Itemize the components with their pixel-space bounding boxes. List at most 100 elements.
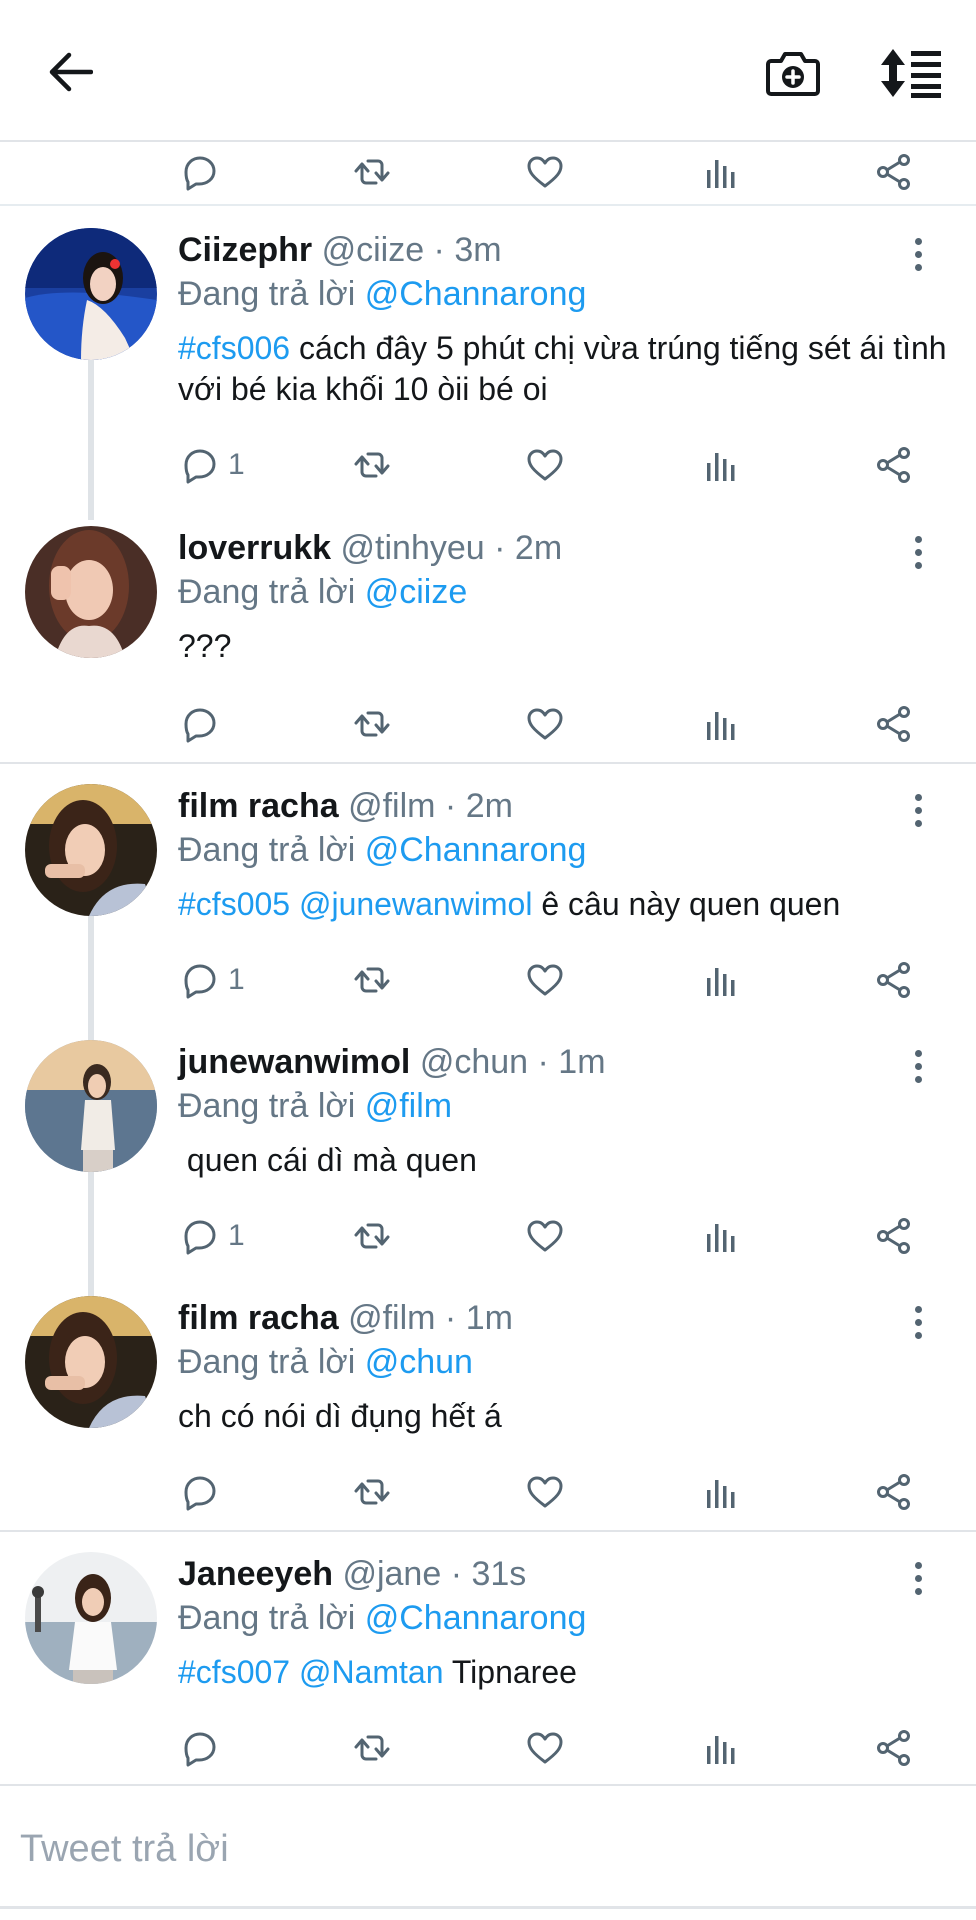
- tweet-actions: 1: [0, 1208, 976, 1264]
- sort-replies-button[interactable]: [876, 38, 946, 108]
- analytics-button[interactable]: [700, 1464, 740, 1520]
- camera-plus-icon: [766, 52, 820, 96]
- mention-link[interactable]: @Channarong: [365, 831, 587, 869]
- tweet-header: junewanwimol @chun · 1m: [178, 1040, 976, 1084]
- avatar[interactable]: [25, 1040, 157, 1172]
- more-options-button[interactable]: [900, 788, 936, 832]
- share-button[interactable]: [874, 1208, 914, 1264]
- more-options-button[interactable]: [900, 1556, 936, 1600]
- heart-icon: [527, 449, 563, 481]
- like-button[interactable]: [525, 144, 565, 200]
- timestamp[interactable]: 1m: [558, 1043, 605, 1081]
- reply-button[interactable]: 1: [178, 952, 245, 1008]
- retweet-button[interactable]: [352, 437, 392, 493]
- analytics-button[interactable]: [700, 1208, 740, 1264]
- tweet-link[interactable]: #cfs005: [178, 886, 290, 922]
- tweet-link[interactable]: @junewanwimol: [299, 886, 532, 922]
- retweet-button[interactable]: [352, 144, 392, 200]
- reply-button[interactable]: [178, 1720, 218, 1776]
- analytics-button[interactable]: [700, 437, 740, 493]
- analytics-button[interactable]: [700, 1720, 740, 1776]
- tweet-text-segment: [290, 886, 299, 922]
- reply-icon: [184, 1476, 216, 1511]
- username[interactable]: @jane: [342, 1555, 441, 1593]
- tweet-text-segment: ???: [178, 628, 232, 664]
- like-button[interactable]: [525, 1208, 565, 1264]
- timestamp[interactable]: 2m: [515, 529, 562, 567]
- display-name[interactable]: Ciizephr: [178, 231, 312, 269]
- like-button[interactable]: [525, 952, 565, 1008]
- like-button[interactable]: [525, 1464, 565, 1520]
- mention-link[interactable]: @Channarong: [365, 1599, 587, 1637]
- reply-button[interactable]: 1: [178, 1208, 245, 1264]
- top-app-bar: [0, 0, 976, 142]
- retweet-button[interactable]: [352, 696, 392, 752]
- timestamp[interactable]: 3m: [454, 231, 501, 269]
- tweet-actions: [0, 696, 976, 752]
- share-button[interactable]: [874, 952, 914, 1008]
- reply-icon: [184, 449, 216, 484]
- username[interactable]: @film: [348, 1299, 435, 1337]
- username[interactable]: @ciize: [322, 231, 425, 269]
- reply-button[interactable]: [178, 696, 218, 752]
- avatar[interactable]: [25, 526, 157, 658]
- more-options-button[interactable]: [900, 232, 936, 276]
- avatar[interactable]: [25, 784, 157, 916]
- username[interactable]: @film: [348, 787, 435, 825]
- share-icon: [877, 154, 910, 190]
- back-button[interactable]: [38, 40, 102, 104]
- mention-link[interactable]: @ciize: [365, 573, 468, 611]
- timestamp[interactable]: 31s: [471, 1555, 526, 1593]
- more-options-button[interactable]: [900, 1044, 936, 1088]
- mention-link[interactable]: @film: [365, 1087, 452, 1125]
- heart-icon: [527, 156, 563, 188]
- display-name[interactable]: film racha: [178, 787, 339, 825]
- display-name[interactable]: junewanwimol: [178, 1043, 410, 1081]
- share-button[interactable]: [874, 144, 914, 200]
- reply-button[interactable]: [178, 144, 218, 200]
- reply-input[interactable]: [20, 1814, 940, 1884]
- mention-link[interactable]: @Channarong: [365, 275, 587, 313]
- more-options-button[interactable]: [900, 1300, 936, 1344]
- arrow-left-icon: [49, 52, 93, 92]
- username[interactable]: @tinhyeu: [341, 529, 485, 567]
- share-button[interactable]: [874, 696, 914, 752]
- timestamp[interactable]: 1m: [466, 1299, 513, 1337]
- reply-composer: [0, 1784, 976, 1920]
- share-button[interactable]: [874, 1464, 914, 1520]
- tweet-text: #cfs007 @Namtan Tipnaree: [178, 1652, 976, 1693]
- display-name[interactable]: loverrukk: [178, 529, 331, 567]
- like-button[interactable]: [525, 437, 565, 493]
- retweet-button[interactable]: [352, 1208, 392, 1264]
- display-name[interactable]: Janeeyeh: [178, 1555, 333, 1593]
- avatar[interactable]: [25, 1296, 157, 1428]
- reply-button[interactable]: [178, 1464, 218, 1520]
- tweet-link[interactable]: #cfs006: [178, 330, 290, 366]
- display-name[interactable]: film racha: [178, 1299, 339, 1337]
- retweet-button[interactable]: [352, 1720, 392, 1776]
- tweet-link[interactable]: #cfs007: [178, 1654, 290, 1690]
- timestamp[interactable]: 2m: [466, 787, 513, 825]
- avatar[interactable]: [25, 1552, 157, 1684]
- retweet-icon: [354, 967, 390, 993]
- heart-icon: [527, 1476, 563, 1508]
- avatar[interactable]: [25, 228, 157, 360]
- mention-link[interactable]: @chun: [365, 1343, 473, 1381]
- share-button[interactable]: [874, 437, 914, 493]
- tweet-text: ???: [178, 626, 976, 667]
- like-button[interactable]: [525, 696, 565, 752]
- analytics-button[interactable]: [700, 952, 740, 1008]
- retweet-button[interactable]: [352, 952, 392, 1008]
- analytics-button[interactable]: [700, 144, 740, 200]
- more-options-button[interactable]: [900, 530, 936, 574]
- like-button[interactable]: [525, 1720, 565, 1776]
- heart-icon: [527, 708, 563, 740]
- username[interactable]: @chun: [420, 1043, 528, 1081]
- analytics-button[interactable]: [700, 696, 740, 752]
- share-button[interactable]: [874, 1720, 914, 1776]
- retweet-icon: [354, 452, 390, 478]
- tweet-link[interactable]: @Namtan: [299, 1654, 444, 1690]
- retweet-button[interactable]: [352, 1464, 392, 1520]
- add-photo-button[interactable]: [758, 38, 828, 108]
- reply-button[interactable]: 1: [178, 437, 245, 493]
